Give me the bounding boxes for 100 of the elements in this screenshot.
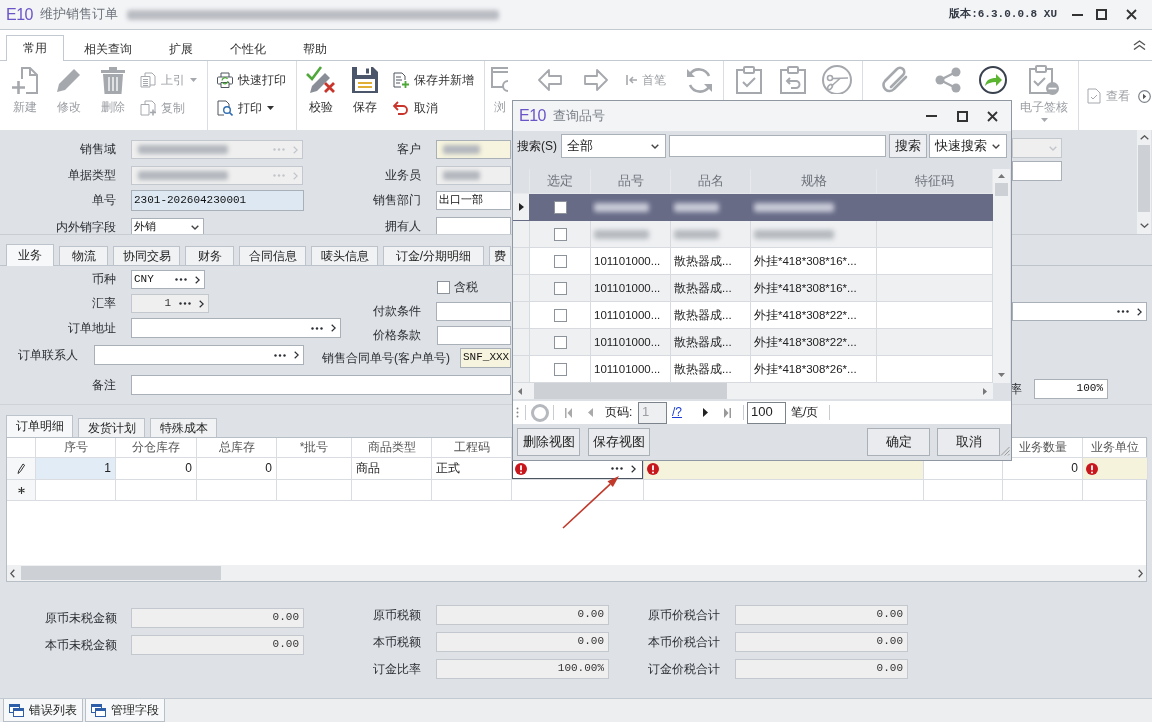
checkbox[interactable] bbox=[553, 362, 567, 376]
search-field[interactable] bbox=[669, 135, 886, 157]
refresh-icon[interactable] bbox=[531, 403, 549, 422]
maximize-icon[interactable] bbox=[957, 110, 968, 122]
lookup-field[interactable] bbox=[131, 318, 341, 338]
search-button[interactable]: 搜索 bbox=[889, 134, 927, 158]
tab[interactable]: 费 bbox=[489, 246, 511, 265]
ribbon-tab[interactable]: 常用 bbox=[6, 35, 64, 61]
table-cell[interactable] bbox=[432, 480, 512, 501]
close-icon[interactable] bbox=[1126, 9, 1137, 20]
ribbon-tab[interactable]: 相关查询 bbox=[64, 36, 151, 61]
scrollbar-thumb[interactable] bbox=[995, 183, 1008, 196]
table-cell[interactable] bbox=[924, 480, 1003, 501]
table-row[interactable] bbox=[513, 194, 993, 221]
scrollbar[interactable] bbox=[513, 383, 993, 399]
checkbox[interactable] bbox=[553, 281, 567, 295]
checkbox[interactable] bbox=[553, 308, 567, 322]
text-field[interactable] bbox=[131, 375, 511, 395]
scroll-left-icon[interactable] bbox=[518, 387, 522, 395]
table-cell[interactable] bbox=[1083, 480, 1148, 501]
page-size-field[interactable]: 100 bbox=[747, 401, 786, 424]
text-field[interactable]: SNF_XXX bbox=[460, 348, 511, 368]
table-cell[interactable] bbox=[1083, 458, 1148, 480]
tab[interactable]: 订金/分期明细 bbox=[383, 246, 484, 265]
table-row[interactable]: 101101000... 散热器成... 外挂*418*308*22*... bbox=[513, 329, 993, 356]
table-cell[interactable] bbox=[116, 480, 197, 501]
lookup-field[interactable] bbox=[1012, 302, 1147, 321]
toolbar-button[interactable]: 取消 bbox=[393, 96, 438, 120]
scroll-down-icon[interactable] bbox=[998, 373, 1005, 377]
maximize-icon[interactable] bbox=[1096, 9, 1107, 20]
ellipsis-icon[interactable] bbox=[175, 278, 187, 281]
toolbar-button[interactable]: 快速打印 bbox=[217, 68, 286, 92]
table-cell[interactable] bbox=[36, 480, 116, 501]
table-cell[interactable]: 0 bbox=[116, 458, 197, 480]
text-field[interactable]: 2301-202604230001 bbox=[131, 190, 304, 211]
scrollbar[interactable] bbox=[993, 169, 1010, 383]
caret-down-icon[interactable] bbox=[651, 143, 659, 149]
ellipsis-icon[interactable] bbox=[311, 326, 323, 330]
chevron-right-icon[interactable] bbox=[1137, 307, 1142, 316]
ellipsis-icon[interactable] bbox=[274, 353, 286, 357]
dialog-button[interactable]: 确定 bbox=[867, 428, 930, 456]
tab[interactable]: 合同信息 bbox=[239, 246, 306, 265]
text-field[interactable]: 出口一部 bbox=[436, 191, 511, 210]
first-page-icon[interactable] bbox=[565, 407, 572, 418]
toolbar-button[interactable]: 打印 bbox=[217, 96, 274, 120]
collapse-icon[interactable] bbox=[1133, 40, 1146, 50]
scroll-left-icon[interactable] bbox=[10, 568, 15, 578]
table-cell[interactable] bbox=[277, 458, 352, 480]
tab[interactable]: 协同交易 bbox=[113, 246, 180, 265]
checkbox[interactable] bbox=[553, 335, 567, 349]
bottom-tab[interactable]: 管理字段 bbox=[85, 699, 165, 722]
tab[interactable]: 物流 bbox=[59, 246, 108, 265]
tab[interactable]: 特殊成本 bbox=[150, 418, 217, 437]
chevron-right-icon[interactable] bbox=[294, 351, 299, 359]
checkbox[interactable] bbox=[437, 281, 450, 294]
lookup-field[interactable]: CNY bbox=[131, 270, 205, 289]
dropdown-field[interactable]: 全部 bbox=[561, 134, 666, 158]
dropdown-field[interactable]: 外销 bbox=[131, 218, 204, 234]
scroll-right-icon[interactable] bbox=[1138, 568, 1143, 578]
grip-icon[interactable] bbox=[516, 407, 519, 418]
toolbar-button[interactable]: 校验 bbox=[298, 61, 343, 115]
caret-down-icon[interactable] bbox=[992, 143, 1000, 149]
scroll-right-icon[interactable] bbox=[983, 387, 987, 395]
minimize-icon[interactable] bbox=[1072, 13, 1083, 16]
table-cell[interactable] bbox=[512, 458, 644, 480]
ellipsis-icon[interactable] bbox=[1117, 310, 1129, 313]
row-header[interactable] bbox=[513, 194, 530, 221]
last-page-icon[interactable] bbox=[724, 407, 731, 418]
close-icon[interactable] bbox=[987, 110, 998, 122]
scrollbar-thumb[interactable] bbox=[21, 566, 221, 580]
scrollbar[interactable] bbox=[7, 565, 1146, 581]
chevron-right-icon[interactable] bbox=[195, 275, 200, 284]
text-field[interactable] bbox=[436, 140, 511, 159]
dropdown-field[interactable]: 快速搜索 bbox=[929, 134, 1007, 158]
previous-page-icon[interactable] bbox=[588, 408, 593, 417]
table-cell[interactable] bbox=[1003, 480, 1083, 501]
text-field[interactable] bbox=[436, 302, 511, 321]
chevron-right-icon[interactable] bbox=[331, 324, 336, 332]
table-cell[interactable] bbox=[352, 480, 432, 501]
table-cell[interactable] bbox=[197, 480, 277, 501]
dialog-button[interactable]: 保存视图 bbox=[588, 428, 650, 456]
scrollbar-thumb[interactable] bbox=[1138, 145, 1150, 212]
table-cell[interactable] bbox=[277, 480, 352, 501]
table-cell[interactable]: 1 bbox=[36, 458, 116, 480]
ellipsis-icon[interactable] bbox=[611, 467, 623, 470]
dialog-button[interactable]: 删除视图 bbox=[517, 428, 580, 456]
ribbon-tab[interactable]: 个性化 bbox=[211, 36, 284, 61]
number-field[interactable]: 100% bbox=[1034, 379, 1108, 399]
lookup-field[interactable] bbox=[94, 345, 304, 365]
scroll-down-icon[interactable] bbox=[1139, 223, 1149, 228]
dialog-button[interactable]: 取消 bbox=[937, 428, 1000, 456]
checkbox[interactable] bbox=[553, 200, 567, 214]
table-cell[interactable]: 0 bbox=[197, 458, 277, 480]
checkbox[interactable] bbox=[553, 254, 567, 268]
table-cell[interactable]: 商品 bbox=[352, 458, 432, 480]
total-pages-link[interactable]: /? bbox=[672, 405, 682, 420]
tab[interactable]: 订单明细 bbox=[6, 415, 73, 437]
tab[interactable]: 业务 bbox=[6, 244, 54, 266]
tab[interactable]: 发货计划 bbox=[78, 418, 145, 437]
table-cell[interactable] bbox=[644, 480, 924, 501]
